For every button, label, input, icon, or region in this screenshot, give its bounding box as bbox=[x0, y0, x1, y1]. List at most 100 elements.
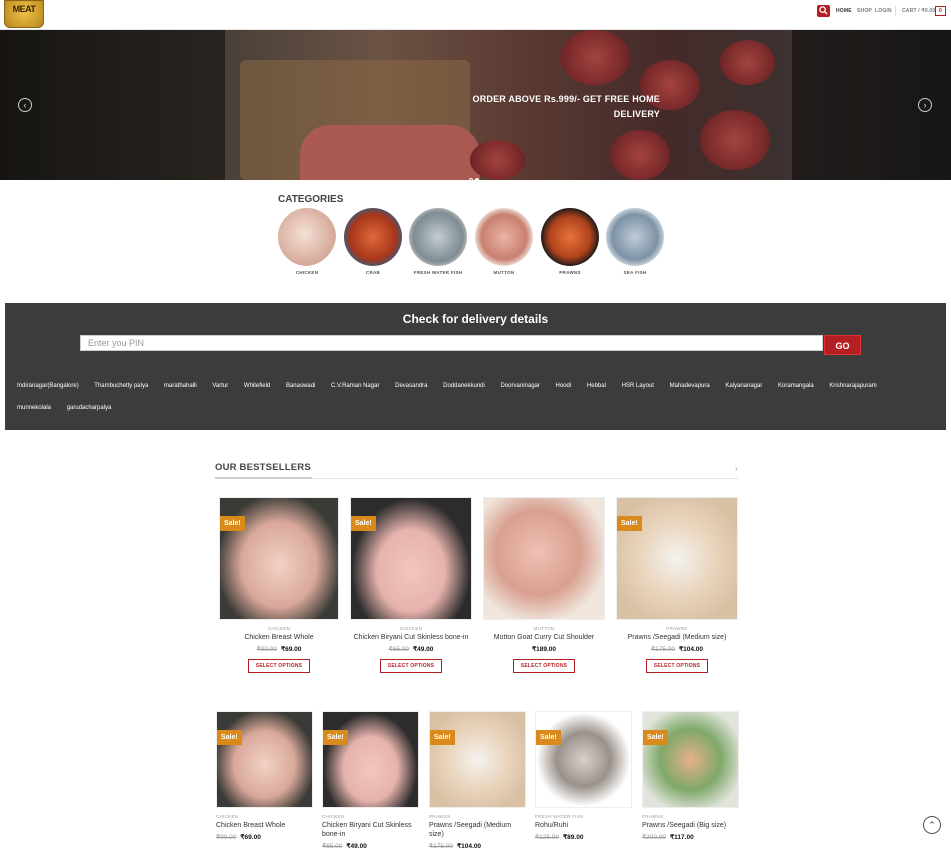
area-link[interactable]: Koramangala bbox=[778, 383, 814, 389]
product-category[interactable]: PRAWNS bbox=[616, 626, 738, 631]
go-button[interactable]: GO bbox=[824, 335, 861, 355]
bestsellers-next-button[interactable]: › bbox=[735, 464, 738, 473]
select-options-button[interactable]: SELECT OPTIONS bbox=[247, 659, 311, 673]
product-card[interactable]: Sale! CHICKEN Chicken Biryani Cut Skinle… bbox=[350, 497, 472, 673]
product-card[interactable]: Sale! PRAWNS Prawns /Seegadi (Medium siz… bbox=[429, 711, 526, 850]
old-price: ₹125.00 bbox=[535, 834, 560, 841]
site-header: MEAT HOME SHOP LOGIN CART / ₹0.00 0 bbox=[0, 0, 951, 30]
product-image[interactable]: Sale! bbox=[219, 497, 339, 620]
category-mutton[interactable]: MUTTON bbox=[474, 208, 534, 275]
nav-cart[interactable]: CART / ₹0.00 bbox=[902, 8, 935, 14]
product-name[interactable]: Mutton Goat Curry Cut Shoulder bbox=[483, 633, 605, 642]
product-name[interactable]: Prawns /Seegadi (Medium size) bbox=[616, 633, 738, 642]
area-link[interactable]: Mahadevapura bbox=[670, 383, 710, 389]
area-link[interactable]: HSR Layout bbox=[622, 383, 654, 389]
area-links: Indiranagar(Bangalore) Thambuchetty paly… bbox=[17, 375, 937, 419]
product-name[interactable]: Chicken Breast Whole bbox=[219, 633, 339, 642]
area-link[interactable]: Hebbal bbox=[587, 383, 606, 389]
sale-price: ₹104.00 bbox=[679, 646, 704, 653]
area-link[interactable]: Devasandra bbox=[395, 383, 427, 389]
product-card[interactable]: Sale! PRAWNS Prawns /Seegadi (Medium siz… bbox=[616, 497, 738, 673]
old-price: ₹65.00 bbox=[322, 843, 343, 850]
slider-next-button[interactable]: › bbox=[918, 98, 932, 112]
product-image[interactable] bbox=[483, 497, 605, 620]
category-fresh-water-fish[interactable]: FRESH WATER FISH bbox=[408, 208, 468, 275]
nav-shop[interactable]: SHOP bbox=[857, 8, 872, 14]
product-name[interactable]: Prawns /Seegadi (Medium size) bbox=[429, 821, 526, 839]
product-name[interactable]: Chicken Biryani Cut Skinless bone-in bbox=[322, 821, 419, 839]
product-card[interactable]: Sale! CHICKEN Chicken Breast Whole ₹90.0… bbox=[219, 497, 339, 673]
slider-prev-button[interactable]: ‹ bbox=[18, 98, 32, 112]
slider-dot[interactable] bbox=[469, 178, 473, 180]
back-to-top-button[interactable]: ⌃ bbox=[923, 816, 941, 834]
slider-dot-active[interactable] bbox=[475, 178, 479, 180]
product-card[interactable]: Sale! CHICKEN Chicken Breast Whole ₹90.0… bbox=[216, 711, 313, 841]
slide-caption-line2: DELIVERY bbox=[613, 109, 660, 119]
product-image[interactable]: Sale! bbox=[429, 711, 526, 808]
product-price: ₹65.00 ₹49.00 bbox=[322, 842, 419, 850]
product-image[interactable]: Sale! bbox=[616, 497, 738, 620]
old-price: ₹200.00 bbox=[642, 834, 667, 841]
product-image[interactable]: Sale! bbox=[642, 711, 739, 808]
area-link[interactable]: Krishnarajapuram bbox=[829, 383, 876, 389]
product-category[interactable]: CHICKEN bbox=[219, 626, 339, 631]
product-name[interactable]: Prawns /Seegadi (Big size) bbox=[642, 821, 739, 830]
area-link[interactable]: Whitefield bbox=[244, 383, 270, 389]
search-button[interactable] bbox=[817, 5, 830, 17]
nav-home[interactable]: HOME bbox=[836, 8, 852, 14]
sale-badge: Sale! bbox=[323, 730, 348, 745]
area-link[interactable]: Doddanekkundi bbox=[443, 383, 485, 389]
select-options-button[interactable]: SELECT OPTIONS bbox=[379, 659, 443, 673]
area-link[interactable]: munnekolala bbox=[17, 405, 51, 411]
category-image bbox=[606, 208, 664, 266]
product-card[interactable]: MUTTON Mutton Goat Curry Cut Shoulder ₹1… bbox=[483, 497, 605, 673]
product-category[interactable]: CHICKEN bbox=[216, 814, 313, 819]
area-link[interactable]: marathahalli bbox=[164, 383, 197, 389]
search-icon bbox=[819, 6, 828, 15]
product-category[interactable]: CHICKEN bbox=[322, 814, 419, 819]
site-logo[interactable]: MEAT bbox=[4, 0, 44, 28]
area-link[interactable]: Banaswadi bbox=[286, 383, 315, 389]
product-card[interactable]: Sale! CHICKEN Chicken Biryani Cut Skinle… bbox=[322, 711, 419, 850]
product-category[interactable]: PRAWNS bbox=[642, 814, 739, 819]
product-price: ₹189.00 bbox=[483, 645, 605, 653]
area-link[interactable]: Hoodi bbox=[556, 383, 572, 389]
area-link[interactable]: Kalyananagar bbox=[725, 383, 762, 389]
product-price: ₹200.00 ₹117.00 bbox=[642, 833, 739, 841]
area-link[interactable]: Vartur bbox=[212, 383, 228, 389]
old-price: ₹175.00 bbox=[429, 843, 454, 850]
category-label: PRAWNS bbox=[559, 270, 581, 275]
select-options-button[interactable]: SELECT OPTIONS bbox=[645, 659, 709, 673]
product-category[interactable]: FRESH WATER FISH bbox=[535, 814, 632, 819]
area-link[interactable]: Thambuchetty palya bbox=[94, 383, 148, 389]
area-link[interactable]: Indiranagar(Bangalore) bbox=[17, 383, 79, 389]
product-image[interactable]: Sale! bbox=[535, 711, 632, 808]
area-link[interactable]: Doorvaninagar bbox=[501, 383, 540, 389]
logo-text: MEAT bbox=[12, 4, 36, 14]
product-name[interactable]: Chicken Breast Whole bbox=[216, 821, 313, 830]
product-image[interactable]: Sale! bbox=[216, 711, 313, 808]
nav-login[interactable]: LOGIN bbox=[875, 8, 892, 14]
product-category[interactable]: CHICKEN bbox=[350, 626, 472, 631]
area-link[interactable]: garudacharpalya bbox=[67, 405, 112, 411]
product-image[interactable]: Sale! bbox=[322, 711, 419, 808]
product-category[interactable]: MUTTON bbox=[483, 626, 605, 631]
product-card[interactable]: Sale! FRESH WATER FISH Rohu/Ruhi ₹125.00… bbox=[535, 711, 632, 841]
sale-badge: Sale! bbox=[351, 516, 376, 531]
select-options-button[interactable]: SELECT OPTIONS bbox=[512, 659, 576, 673]
product-category[interactable]: PRAWNS bbox=[429, 814, 526, 819]
category-image bbox=[541, 208, 599, 266]
product-card[interactable]: Sale! PRAWNS Prawns /Seegadi (Big size) … bbox=[642, 711, 739, 841]
area-link[interactable]: C.V.Raman Nagar bbox=[331, 383, 379, 389]
delivery-title: Check for delivery details bbox=[402, 312, 549, 326]
category-prawns[interactable]: PRAWNS bbox=[540, 208, 600, 275]
product-image[interactable]: Sale! bbox=[350, 497, 472, 620]
category-chicken[interactable]: CHICKEN bbox=[277, 208, 337, 275]
category-crab[interactable]: CRAB bbox=[343, 208, 403, 275]
category-label: CRAB bbox=[365, 270, 381, 275]
product-name[interactable]: Rohu/Ruhi bbox=[535, 821, 632, 830]
category-sea-fish[interactable]: SEA FISH bbox=[605, 208, 665, 275]
product-name[interactable]: Chicken Biryani Cut Skinless bone-in bbox=[350, 633, 472, 642]
cart-count-badge[interactable]: 0 bbox=[935, 6, 946, 16]
pin-input[interactable]: Enter you PIN bbox=[80, 335, 823, 351]
